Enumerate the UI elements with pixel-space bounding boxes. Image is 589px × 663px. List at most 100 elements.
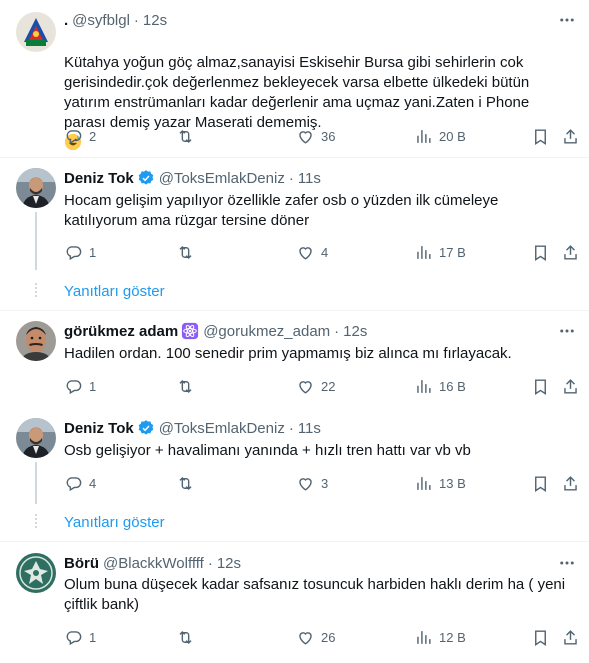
reply-button[interactable]: 4: [64, 473, 96, 493]
reply-count: 4: [89, 475, 97, 491]
reply-icon: [66, 630, 82, 645]
bookmark-button[interactable]: [531, 126, 550, 146]
action-bar: 1 26 12 B: [64, 627, 581, 647]
reply-count: 1: [89, 378, 97, 394]
reply-button[interactable]: 2: [64, 126, 96, 146]
retweet-button[interactable]: [176, 126, 201, 146]
retweet-button[interactable]: [176, 473, 201, 493]
view-count: 13 B: [439, 475, 466, 491]
retweet-button[interactable]: [176, 242, 201, 262]
separator-dot: ·: [288, 169, 294, 187]
tweet-text: Hadilen ordan. 100 senedir prim yapmamış…: [64, 345, 512, 362]
tweet-3[interactable]: görükmez adam @gorukmez_adam · 12s Hadil…: [0, 311, 589, 409]
like-button[interactable]: 36: [296, 126, 335, 146]
user-handle[interactable]: @BlackkWolffff: [103, 555, 204, 572]
view-count: 12 B: [439, 629, 466, 645]
avatar-boru[interactable]: [16, 553, 56, 593]
like-count: 22: [321, 378, 336, 394]
display-name[interactable]: görükmez adam: [64, 323, 178, 340]
like-button[interactable]: 26: [296, 627, 335, 647]
timestamp[interactable]: 11s: [298, 170, 321, 187]
reply-count: 1: [89, 244, 97, 260]
like-count: 36: [321, 128, 336, 144]
tweet-1[interactable]: . @syfblgl · 12s Kütahya yoğun göç almaz…: [0, 0, 589, 156]
like-button[interactable]: 22: [296, 376, 335, 396]
show-replies-link[interactable]: Yanıtları göster: [64, 514, 165, 531]
views-chart-icon: [417, 630, 431, 644]
timestamp[interactable]: 12s: [143, 12, 167, 29]
views-button[interactable]: 20 B: [414, 126, 466, 146]
bookmark-icon: [535, 629, 546, 646]
reply-icon: [66, 245, 82, 260]
retweet-button[interactable]: [176, 376, 201, 396]
share-button[interactable]: [561, 242, 580, 262]
verified-badge-icon: [137, 419, 155, 437]
bookmark-button[interactable]: [531, 473, 550, 493]
views-button[interactable]: 16 B: [414, 376, 466, 396]
share-icon: [564, 378, 577, 394]
like-button[interactable]: 3: [296, 473, 328, 493]
avatar-syfblgl[interactable]: [16, 12, 56, 52]
retweet-button[interactable]: [176, 627, 201, 647]
tweet-5[interactable]: Börü @BlackkWolffff · 12s Olum buna düşe…: [0, 542, 589, 663]
timestamp[interactable]: 12s: [217, 555, 241, 572]
bookmark-button[interactable]: [531, 627, 550, 647]
verified-badge-icon: [137, 169, 155, 187]
share-icon: [564, 475, 577, 491]
more-options-icon[interactable]: [557, 321, 577, 341]
user-handle[interactable]: @gorukmez_adam: [203, 323, 330, 340]
views-button[interactable]: 17 B: [414, 242, 466, 262]
user-handle[interactable]: @syfblgl: [72, 12, 130, 29]
reply-icon: [66, 129, 82, 144]
thread-dots: [35, 283, 37, 299]
bookmark-icon: [535, 475, 546, 492]
more-options-icon[interactable]: [557, 553, 577, 573]
more-options-icon[interactable]: [557, 10, 577, 30]
view-count: 20 B: [439, 128, 466, 144]
views-button[interactable]: 12 B: [414, 627, 466, 647]
timestamp[interactable]: 11s: [298, 420, 321, 437]
reply-button[interactable]: 1: [64, 376, 96, 396]
bookmark-icon: [535, 244, 546, 261]
share-button[interactable]: [561, 473, 580, 493]
avatar-deniz-tok[interactable]: [16, 168, 56, 208]
retweet-icon: [179, 245, 192, 259]
display-name[interactable]: Deniz Tok: [64, 420, 134, 437]
retweet-icon: [179, 476, 192, 490]
heart-icon: [299, 631, 312, 645]
tweet-header: . @syfblgl · 12s: [64, 10, 167, 30]
tweet-header: Deniz Tok @ToksEmlakDeniz · 11s: [64, 418, 321, 438]
tweet-4[interactable]: Deniz Tok @ToksEmlakDeniz · 11s Osb geli…: [0, 409, 589, 504]
tweet-header: Deniz Tok @ToksEmlakDeniz · 11s: [64, 168, 321, 188]
share-icon: [564, 629, 577, 645]
reply-icon: [66, 476, 82, 491]
thread-connector: [35, 462, 37, 504]
display-name[interactable]: Deniz Tok: [64, 170, 134, 187]
bookmark-icon: [535, 128, 546, 145]
like-count: 3: [321, 475, 329, 491]
avatar-gorukmez-adam[interactable]: [16, 321, 56, 361]
bookmark-button[interactable]: [531, 242, 550, 262]
avatar-deniz-tok[interactable]: [16, 418, 56, 458]
share-icon: [564, 128, 577, 144]
like-count: 4: [321, 244, 329, 260]
tweet-2[interactable]: Deniz Tok @ToksEmlakDeniz · 11s Hocam ge…: [0, 158, 589, 272]
tweet-text: Osb gelişiyor + havalimanı yanında + hız…: [64, 442, 471, 459]
display-name[interactable]: Börü: [64, 555, 99, 572]
action-bar: 1 22 16 B: [64, 376, 581, 396]
show-replies-link[interactable]: Yanıtları göster: [64, 283, 165, 300]
thread-connector: [35, 212, 37, 270]
views-button[interactable]: 13 B: [414, 473, 466, 493]
share-button[interactable]: [561, 376, 580, 396]
bookmark-button[interactable]: [531, 376, 550, 396]
user-handle[interactable]: @ToksEmlakDeniz: [159, 420, 285, 437]
user-handle[interactable]: @ToksEmlakDeniz: [159, 170, 285, 187]
share-button[interactable]: [561, 627, 580, 647]
share-button[interactable]: [561, 126, 580, 146]
timestamp[interactable]: 12s: [343, 323, 367, 340]
display-name[interactable]: .: [64, 12, 68, 29]
thread-dots: [35, 514, 37, 530]
like-button[interactable]: 4: [296, 242, 328, 262]
reply-button[interactable]: 1: [64, 242, 96, 262]
reply-button[interactable]: 1: [64, 627, 96, 647]
